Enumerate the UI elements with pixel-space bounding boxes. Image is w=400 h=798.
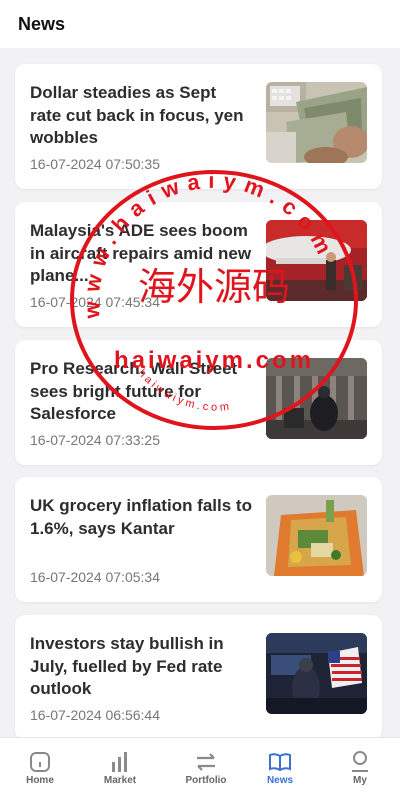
news-thumbnail — [266, 633, 367, 714]
aircraft-hangar-photo — [266, 220, 367, 301]
page-title: News — [18, 14, 66, 34]
tab-label: Home — [26, 775, 54, 786]
tab-home[interactable]: Home — [0, 738, 80, 798]
news-card[interactable]: Malaysia's ADE sees boom in aircraft rep… — [15, 202, 382, 327]
money-photo — [266, 82, 367, 163]
tab-news[interactable]: News — [240, 738, 320, 798]
trading-floor-photo — [266, 633, 367, 714]
bar-chart-icon — [112, 752, 127, 772]
tab-my[interactable]: My — [320, 738, 400, 798]
stock-exchange-photo — [266, 358, 367, 439]
news-thumbnail — [266, 495, 367, 576]
news-card[interactable]: UK grocery inflation falls to 1.6%, says… — [15, 477, 382, 602]
news-timestamp: 16-07-2024 07:50:35 — [30, 156, 160, 172]
bottom-tab-bar: Home Market Portfolio News My — [0, 737, 400, 798]
news-headline: Dollar steadies as Sept rate cut back in… — [30, 83, 244, 147]
tab-portfolio[interactable]: Portfolio — [166, 738, 246, 798]
news-timestamp: 16-07-2024 07:45:34 — [30, 294, 160, 310]
tab-label: Market — [103, 775, 137, 786]
home-icon — [30, 752, 50, 772]
news-thumbnail — [266, 358, 367, 439]
news-thumbnail — [266, 220, 367, 301]
app-header: News — [0, 0, 400, 48]
news-headline: UK grocery inflation falls to 1.6%, says… — [30, 496, 252, 538]
news-headline: Malaysia's ADE sees boom in aircraft rep… — [30, 221, 252, 285]
news-timestamp: 16-07-2024 07:05:34 — [30, 569, 160, 585]
news-headline: Investors stay bullish in July, fuelled … — [30, 634, 224, 698]
tab-market[interactable]: Market — [80, 738, 160, 798]
news-card[interactable]: Pro Research: Wall Street sees bright fu… — [15, 340, 382, 465]
tab-label: News — [266, 775, 294, 786]
news-headline: Pro Research: Wall Street sees bright fu… — [30, 359, 238, 423]
user-icon — [352, 751, 368, 772]
news-timestamp: 16-07-2024 07:33:25 — [30, 432, 160, 448]
news-card[interactable]: Investors stay bullish in July, fuelled … — [15, 615, 382, 740]
tab-label: My — [353, 775, 367, 786]
tab-label: Portfolio — [185, 775, 227, 786]
book-icon — [269, 753, 291, 772]
news-timestamp: 16-07-2024 06:56:44 — [30, 707, 160, 723]
news-card[interactable]: Dollar steadies as Sept rate cut back in… — [15, 64, 382, 189]
swap-arrows-icon — [197, 753, 215, 771]
news-thumbnail — [266, 82, 367, 163]
grocery-bag-photo — [266, 495, 367, 576]
